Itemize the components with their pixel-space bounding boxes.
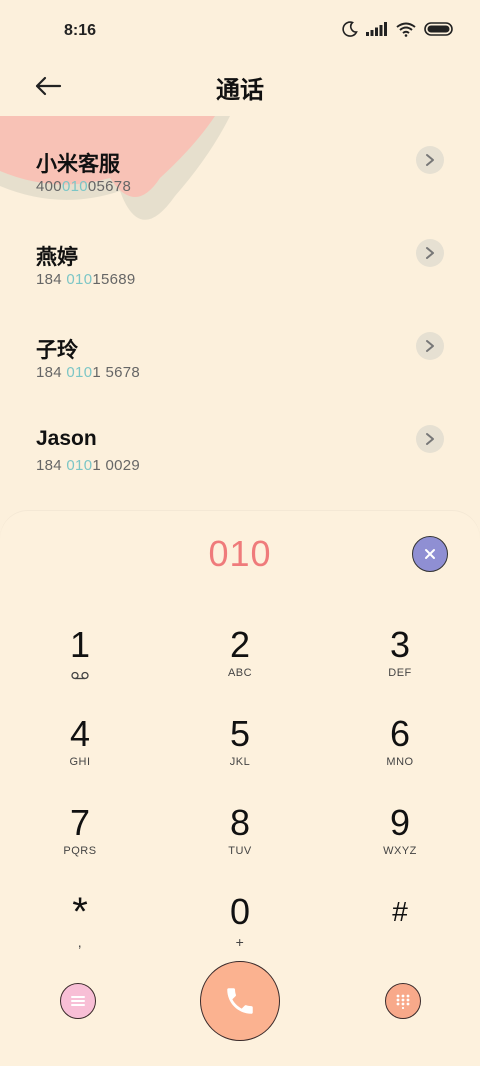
chevron-right-icon: [426, 433, 434, 445]
number-suffix: 15689: [92, 271, 136, 288]
dialpad-icon: [396, 994, 410, 1009]
key-digit: 8: [229, 802, 251, 843]
number-match-highlight: 010: [66, 271, 93, 288]
key-digit: #: [392, 896, 408, 927]
dialed-number-display[interactable]: 010: [0, 533, 480, 575]
key-6[interactable]: 6 MNO: [340, 714, 460, 794]
contact-row[interactable]: Jason 184 0101 0029: [0, 395, 480, 488]
key-7[interactable]: 7 PQRS: [20, 803, 140, 883]
key-digit: 9: [389, 802, 411, 843]
contact-row[interactable]: 子玲 184 0101 5678: [0, 302, 480, 395]
contact-name: 小米客服: [36, 153, 120, 176]
key-letters: [340, 934, 460, 948]
contact-name: 燕婷: [36, 246, 78, 269]
number-prefix: 184: [36, 271, 67, 288]
key-letters: JKL: [229, 756, 251, 768]
key-8[interactable]: 8 TUV: [180, 803, 300, 883]
contact-number: 184 0101 5678: [36, 364, 140, 381]
key-4[interactable]: 4 GHI: [20, 714, 140, 794]
menu-icon: [71, 996, 85, 1006]
voicemail-icon: [71, 667, 89, 685]
key-digit: 7: [69, 802, 91, 843]
number-suffix: 1 5678: [92, 364, 141, 381]
key-9[interactable]: 9 WXYZ: [340, 803, 460, 883]
key-letters: PQRS: [63, 845, 97, 857]
key-5[interactable]: 5 JKL: [180, 714, 300, 794]
key-3[interactable]: 3 DEF: [340, 625, 460, 705]
chevron-right-icon: [426, 340, 434, 352]
key-digit: 4: [69, 713, 91, 754]
close-icon: [425, 549, 435, 559]
phone-icon: [227, 988, 253, 1014]
contact-detail-button[interactable]: [416, 332, 444, 360]
key-letters: WXYZ: [383, 845, 417, 857]
key-digit: 2: [229, 624, 251, 665]
wifi-icon: [396, 22, 416, 37]
menu-button[interactable]: [60, 983, 96, 1019]
key-digit: *: [72, 890, 88, 934]
contact-name: Jason: [36, 427, 97, 450]
chevron-right-icon: [426, 247, 434, 259]
contact-row[interactable]: 小米客服 40001005678: [0, 116, 480, 209]
status-icons: [342, 21, 454, 37]
number-prefix: 184: [36, 457, 67, 474]
contact-detail-button[interactable]: [416, 146, 444, 174]
key-letters: TUV: [228, 845, 252, 857]
page-title: 通话: [216, 77, 264, 104]
chevron-right-icon: [426, 154, 434, 166]
moon-icon: [342, 21, 358, 37]
signal-icon: [366, 22, 387, 36]
contact-detail-button[interactable]: [416, 239, 444, 267]
key-digit: 6: [389, 713, 411, 754]
key-letters: GHI: [69, 756, 91, 768]
number-suffix: 1 0029: [92, 457, 141, 474]
key-digit: 3: [389, 624, 411, 665]
key-letters: +: [235, 934, 245, 950]
battery-icon: [424, 22, 453, 36]
key-star[interactable]: * ,: [20, 892, 140, 972]
contact-detail-button[interactable]: [416, 425, 444, 453]
keypad-toggle-button[interactable]: [385, 983, 421, 1019]
number-suffix: 05678: [87, 178, 132, 195]
status-time: 8:16: [64, 22, 97, 39]
contact-name: 子玲: [36, 339, 78, 362]
key-digit: 0: [229, 891, 251, 932]
contact-number: 184 0101 0029: [36, 457, 140, 474]
key-letters: ,: [77, 934, 83, 950]
number-match-highlight: 010: [61, 178, 88, 195]
header: 通话: [0, 60, 480, 116]
contact-list: 小米客服 40001005678 燕婷 184 01015689 子玲 184 …: [0, 116, 480, 488]
key-hash[interactable]: #: [340, 892, 460, 972]
key-letters: ABC: [227, 667, 253, 679]
number-prefix: 400: [36, 178, 62, 195]
number-match-highlight: 010: [66, 457, 93, 474]
key-0[interactable]: 0 +: [180, 892, 300, 972]
key-letters: MNO: [386, 756, 414, 768]
number-prefix: 184: [36, 364, 67, 381]
clear-button[interactable]: [412, 536, 448, 572]
key-digit: 5: [229, 713, 251, 754]
number-match-highlight: 010: [66, 364, 93, 381]
key-letters: DEF: [388, 667, 412, 679]
call-button[interactable]: [200, 961, 280, 1041]
contact-number: 40001005678: [36, 178, 131, 195]
key-2[interactable]: 2 ABC: [180, 625, 300, 705]
contact-row[interactable]: 燕婷 184 01015689: [0, 209, 480, 302]
contact-number: 184 01015689: [36, 271, 136, 288]
key-1[interactable]: 1: [20, 625, 140, 705]
status-bar: 8:16: [0, 0, 480, 60]
key-digit: 1: [69, 624, 91, 665]
